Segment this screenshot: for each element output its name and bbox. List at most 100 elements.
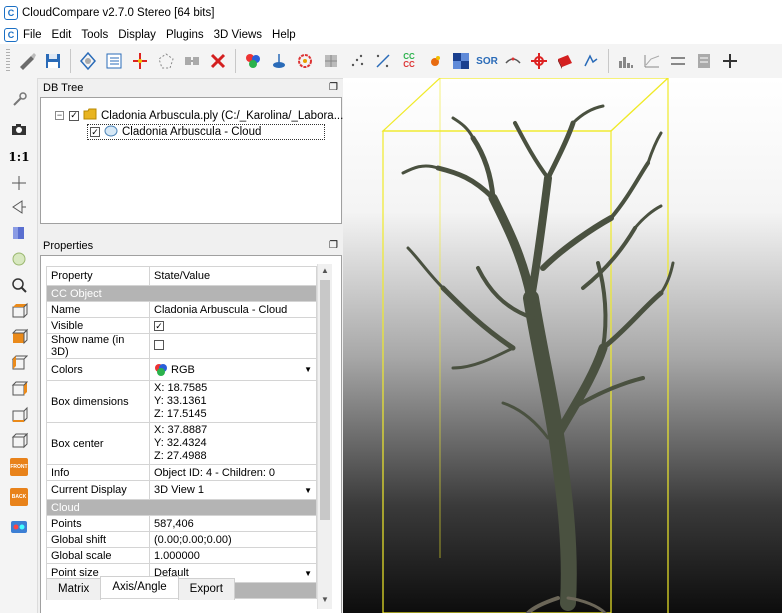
stereo-icon[interactable] xyxy=(7,516,31,538)
menu-tools[interactable]: Tools xyxy=(76,29,113,41)
transform-tabs: Matrix Axis/Angle Export xyxy=(46,576,235,600)
column-header-property[interactable]: Property xyxy=(46,266,150,286)
list-icon[interactable] xyxy=(103,50,125,72)
3d-view[interactable] xyxy=(343,78,782,613)
app-menu-icon[interactable]: C xyxy=(4,28,18,42)
title-bar: C CloudCompare v2.7.0 Stereo [64 bits] xyxy=(0,0,782,26)
back-cube-icon[interactable]: BACK xyxy=(7,486,31,508)
sphere-icon[interactable] xyxy=(7,248,31,270)
red-box-icon[interactable] xyxy=(554,50,576,72)
compare-icon[interactable] xyxy=(641,50,663,72)
property-label: Current Display xyxy=(46,480,150,500)
app-logo-icon: C xyxy=(4,6,18,20)
points-value: 587,406 xyxy=(149,515,317,532)
menu-edit[interactable]: Edit xyxy=(47,29,77,41)
menu-display[interactable]: Display xyxy=(113,29,161,41)
table-row: Show name (in 3D) xyxy=(46,333,317,359)
toolbar-grip[interactable] xyxy=(6,49,10,73)
colors-value: RGB xyxy=(171,363,195,376)
front-label: FRONT xyxy=(10,458,28,476)
tab-export[interactable]: Export xyxy=(177,578,235,600)
column-header-value[interactable]: State/Value xyxy=(149,266,317,286)
box-dim-z: Z: 17.5145 xyxy=(154,408,207,420)
bottom-view-icon[interactable] xyxy=(7,430,31,452)
property-label: Points xyxy=(46,515,150,532)
pivot-icon[interactable] xyxy=(7,172,31,194)
grid-icon[interactable] xyxy=(450,50,472,72)
crosshair-icon[interactable] xyxy=(528,50,550,72)
front-cube-icon[interactable]: FRONT xyxy=(7,456,31,478)
scroll-up-icon[interactable]: ▲ xyxy=(318,264,332,278)
property-label: Box dimensions xyxy=(46,380,150,423)
merge-icon[interactable] xyxy=(181,50,203,72)
settings-icon[interactable] xyxy=(77,50,99,72)
properties-table: Property State/Value CC Object Name Cladon… xyxy=(46,266,317,599)
chevron-down-icon: ▼ xyxy=(304,365,312,374)
histogram-icon[interactable] xyxy=(615,50,637,72)
cube-icon[interactable] xyxy=(7,222,31,244)
current-display-value: 3D View 1 xyxy=(154,484,204,496)
mesh-icon[interactable] xyxy=(320,50,342,72)
colors-dropdown[interactable]: RGB ▼ xyxy=(154,363,312,377)
property-label: Show name (in 3D) xyxy=(46,333,150,359)
back-label: BACK xyxy=(10,488,28,506)
segment-icon[interactable] xyxy=(580,50,602,72)
add-icon[interactable] xyxy=(719,50,741,72)
menu-file[interactable]: File xyxy=(18,29,47,41)
visible-checkbox[interactable]: ✓ xyxy=(154,321,164,331)
axes-icon[interactable] xyxy=(129,50,151,72)
save-icon[interactable] xyxy=(42,50,64,72)
tree-item-cloud[interactable]: ✓ Cladonia Arbuscula - Cloud xyxy=(87,124,325,140)
delete-icon[interactable] xyxy=(207,50,229,72)
front-view-icon[interactable] xyxy=(7,326,31,348)
tab-matrix[interactable]: Matrix xyxy=(46,578,102,600)
menu-3d-views[interactable]: 3D Views xyxy=(209,29,267,41)
property-label: Global shift xyxy=(46,531,150,548)
sor-icon[interactable]: SOR xyxy=(476,50,498,72)
menu-bar: C File Edit Tools Display Plugins 3D Vie… xyxy=(0,26,782,44)
zoom-1-1-button[interactable]: 1:1 xyxy=(7,146,31,168)
filter-icon[interactable] xyxy=(502,50,524,72)
cc-label: CC xyxy=(403,60,415,69)
property-label: Info xyxy=(46,464,150,481)
left-view-icon[interactable] xyxy=(7,352,31,374)
camera-icon[interactable] xyxy=(7,118,31,140)
table-row: Info Object ID: 4 - Children: 0 xyxy=(46,464,317,481)
db-tree-title: DB Tree xyxy=(43,81,84,94)
arrow-left-icon[interactable] xyxy=(7,196,31,218)
show-name-checkbox[interactable] xyxy=(154,339,164,350)
colorize-icon[interactable] xyxy=(242,50,264,72)
normals-icon[interactable] xyxy=(268,50,290,72)
tab-axis-angle[interactable]: Axis/Angle xyxy=(100,576,179,598)
tree-checkbox[interactable]: ✓ xyxy=(69,110,79,121)
distance-icon[interactable] xyxy=(667,50,689,72)
current-display-dropdown[interactable]: 3D View 1 ▼ xyxy=(154,484,312,496)
sparkle-icon[interactable] xyxy=(424,50,446,72)
collapse-toggle-icon[interactable]: − xyxy=(55,111,64,120)
scrollbar-thumb[interactable] xyxy=(320,280,330,520)
wrench-icon[interactable] xyxy=(7,88,31,110)
tree-checkbox[interactable]: ✓ xyxy=(90,127,100,137)
float-panel-icon[interactable]: ❐ xyxy=(329,82,342,93)
magnifier-icon[interactable] xyxy=(7,274,31,296)
back-view-icon[interactable] xyxy=(7,378,31,400)
name-value[interactable]: Cladonia Arbuscula - Cloud xyxy=(149,301,317,318)
properties-scrollbar[interactable]: ▲ ▼ xyxy=(317,264,332,609)
scroll-down-icon[interactable]: ▼ xyxy=(318,593,332,607)
point-cloud-render xyxy=(381,78,675,613)
view-toolbar: 1:1 FRONT BACK xyxy=(0,78,38,613)
registration-icon[interactable] xyxy=(372,50,394,72)
tree-item-file[interactable]: − ✓ Cladonia Arbuscula.ply (C:/_Karolina… xyxy=(55,108,343,123)
menu-plugins[interactable]: Plugins xyxy=(161,29,209,41)
scalar-field-icon[interactable] xyxy=(294,50,316,72)
float-panel-icon[interactable]: ❐ xyxy=(329,240,342,251)
stats-icon[interactable] xyxy=(693,50,715,72)
top-view-icon[interactable] xyxy=(7,300,31,322)
menu-help[interactable]: Help xyxy=(267,29,301,41)
open-icon[interactable] xyxy=(16,50,38,72)
sample-icon[interactable] xyxy=(155,50,177,72)
cc-icon[interactable]: CC CC xyxy=(398,50,420,72)
right-view-icon[interactable] xyxy=(7,404,31,426)
chevron-down-icon: ▼ xyxy=(304,568,312,578)
sample-points-icon[interactable] xyxy=(346,50,368,72)
